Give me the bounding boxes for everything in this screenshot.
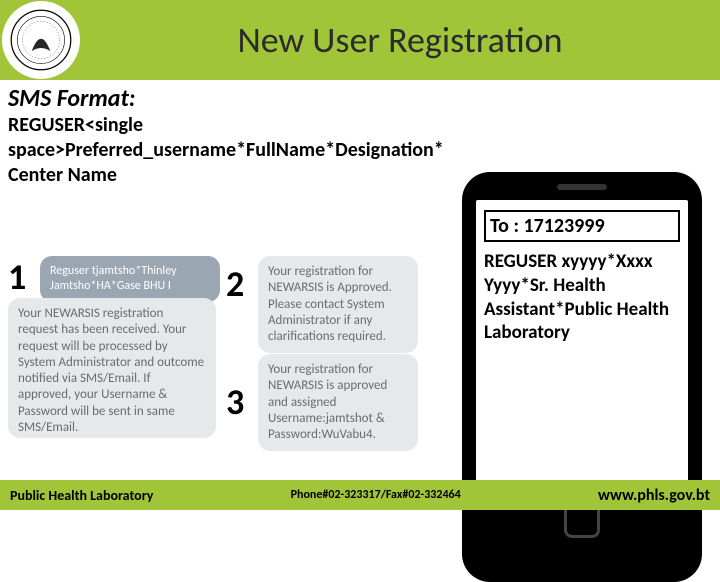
footer-bar: Public Health Laboratory Phone#02-323317… (0, 480, 720, 510)
sms-format-heading: SMS Format: (0, 80, 720, 113)
sms-bubble-incoming-3: Your registration for NEWARSIS is approv… (258, 354, 418, 451)
sms-format-text: REGUSER<single space>Preferred_username*… (0, 113, 420, 188)
org-seal-icon (2, 1, 80, 79)
footer-contact: Phone#02-323317/Fax#02-332464 (291, 488, 461, 502)
content-area: SMS Format: REGUSER<single space>Preferr… (0, 80, 720, 510)
step-number-3: 3 (226, 380, 244, 424)
page-title: New User Registration (80, 18, 720, 62)
phone-screen: To : 17123999 REGUSER xyyyy*Xxxx Yyyy*Sr… (476, 200, 688, 490)
sms-bubble-incoming-2: Your registration for NEWARSIS is Approv… (258, 256, 418, 353)
step-number-1: 1 (8, 255, 26, 299)
sms-compose-body: REGUSER xyyyy*Xxxx Yyyy*Sr. Health Assis… (484, 250, 680, 345)
title-bar: New User Registration (0, 0, 720, 80)
phone-speaker-icon (557, 184, 607, 190)
footer-org-name: Public Health Laboratory (10, 487, 153, 504)
sms-to-field: To : 17123999 (484, 210, 680, 242)
sms-bubble-incoming-1: Your NEWARSIS registration request has b… (8, 298, 216, 438)
phone-mockup: To : 17123999 REGUSER xyyyy*Xxxx Yyyy*Sr… (462, 172, 702, 582)
step-number-2: 2 (226, 262, 244, 306)
footer-url: www.phls.gov.bt (598, 486, 710, 505)
sms-bubble-outgoing: Reguser tjamtsho*Thinley Jamtsho*HA*Gase… (40, 256, 220, 302)
